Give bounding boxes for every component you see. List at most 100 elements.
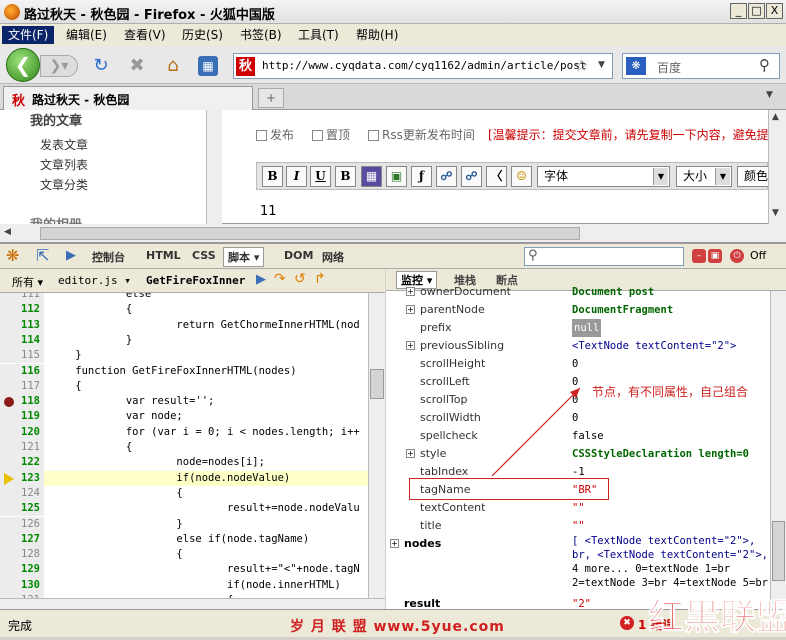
function-name[interactable]: GetFireFoxInner [146, 274, 245, 287]
line-number[interactable]: 120 [0, 424, 44, 440]
code-line[interactable]: 124 { [0, 485, 368, 502]
code-line[interactable]: 112 { [0, 302, 368, 318]
sidebar-scrollbar[interactable] [206, 110, 222, 224]
property-value[interactable]: "" [572, 517, 585, 535]
property-row[interactable]: + previousSibling <TextNode textContent="2… [386, 337, 771, 355]
code-line[interactable]: 118 var result=''; [0, 394, 368, 410]
line-number[interactable]: 121 [0, 440, 44, 456]
code-line[interactable]: 117 { [0, 378, 368, 395]
code-line[interactable]: 111 else [0, 293, 368, 303]
menu-view[interactable]: 查看(V) [118, 26, 172, 44]
italic-button[interactable]: I [286, 166, 307, 187]
code-line[interactable]: 115 } [0, 348, 368, 364]
line-number[interactable]: 115 [0, 348, 44, 364]
stop-icon[interactable]: ✖ [126, 55, 148, 77]
code-hscrollbar[interactable] [0, 598, 385, 609]
tab-net[interactable]: 网络 [322, 249, 344, 265]
font-color-select[interactable]: 颜色 [737, 166, 769, 187]
menu-bookmarks[interactable]: 书签(B) [234, 26, 288, 44]
property-value[interactable]: <TextNode textContent="2"> [572, 337, 736, 355]
rss-checkbox[interactable] [368, 130, 379, 141]
flash-icon[interactable]: ƒ [411, 166, 432, 187]
maximize-button[interactable]: □ [748, 3, 765, 19]
property-value[interactable]: "2" [572, 595, 591, 609]
sidebar-item-list[interactable]: 文章列表 [40, 156, 88, 173]
property-value[interactable]: null [572, 319, 602, 337]
tab-list-icon[interactable]: ▼ [766, 90, 773, 100]
code-line[interactable]: 128 { [0, 547, 368, 563]
option-rss[interactable]: Rss更新发布时间 [368, 126, 475, 143]
line-number[interactable]: 126 [0, 516, 44, 532]
sidebar-item-publish[interactable]: 发表文章 [40, 136, 88, 153]
expand-icon[interactable]: + [390, 539, 399, 548]
forward-button[interactable]: ❯▾ [40, 55, 78, 77]
scroll-down-icon[interactable]: ▼ [772, 208, 779, 218]
sidebar-item-category[interactable]: 文章分类 [40, 176, 88, 193]
search-icon[interactable]: ⚲ [759, 56, 770, 74]
menu-help[interactable]: 帮助(H) [350, 26, 404, 44]
hscroll-thumb[interactable] [40, 227, 580, 240]
expand-icon[interactable]: + [406, 449, 415, 458]
code-view[interactable]: 111 else 112 {113 return GetChormeInnerHT… [0, 293, 368, 598]
option-publish[interactable]: 发布 [256, 126, 294, 143]
code-scrollbar[interactable] [368, 293, 385, 598]
page-scrollbar[interactable]: ▲ ▼ [768, 110, 786, 224]
menu-tools[interactable]: 工具(T) [292, 26, 345, 44]
code-line[interactable]: 116 function GetFireFoxInnerHTML(nodes) [0, 363, 368, 379]
property-row[interactable]: title "" [386, 517, 771, 535]
play-icon[interactable]: ▶ [66, 248, 76, 263]
code-line[interactable]: 120 for (var i = 0; i < nodes.length; i+… [0, 424, 368, 440]
code-scroll-thumb[interactable] [370, 369, 384, 399]
code-line[interactable]: 113 return GetChormeInnerHTML(nod [0, 317, 368, 333]
off-label[interactable]: Off [750, 249, 766, 262]
option-sticky[interactable]: 置顶 [312, 126, 350, 143]
code-line[interactable]: 127 else if(node.tagName) [0, 531, 368, 548]
tab-html[interactable]: HTML [146, 249, 181, 262]
menu-file[interactable]: 文件(F) [2, 26, 55, 44]
code-line[interactable]: 121 { [0, 440, 368, 456]
expand-icon[interactable]: + [406, 305, 415, 314]
error-icon[interactable]: ✖ [620, 616, 634, 630]
line-number[interactable]: 119 [0, 409, 44, 425]
line-number[interactable]: 112 [0, 302, 44, 318]
menu-history[interactable]: 历史(S) [176, 26, 229, 44]
file-dropdown[interactable]: editor.js ▾ [58, 274, 131, 287]
line-number[interactable]: 125 [0, 501, 44, 517]
url-bar[interactable]: 秋 http://www.cyqdata.com/cyq1162/admin/a… [233, 53, 613, 79]
line-number[interactable]: 114 [0, 332, 44, 349]
all-scripts-dropdown[interactable]: 所有 ▾ [12, 274, 43, 290]
scroll-up-icon[interactable]: ▲ [772, 112, 779, 122]
home-icon[interactable]: ⌂ [162, 55, 184, 77]
watch-scrollbar[interactable] [770, 291, 786, 609]
line-number[interactable]: 111 [0, 293, 44, 303]
property-row[interactable]: + parentNode DocumentFragment [386, 301, 771, 319]
scroll-left-icon[interactable]: ◀ [4, 227, 11, 237]
firebug-search-input[interactable]: ⚲ [524, 247, 684, 266]
tab-css[interactable]: CSS [192, 249, 216, 262]
reload-icon[interactable]: ↻ [90, 55, 112, 77]
blockquote-button[interactable]: B [335, 166, 356, 187]
line-number[interactable]: 129 [0, 562, 44, 578]
property-value[interactable]: "" [572, 499, 585, 517]
minimize-button[interactable]: _ [730, 3, 747, 19]
step-over-icon[interactable]: ↺ [294, 271, 306, 287]
expand-icon[interactable]: + [406, 341, 415, 350]
property-row[interactable]: prefix null [386, 319, 771, 337]
page-hscrollbar[interactable]: ◀ [0, 224, 786, 243]
close-button[interactable]: X [766, 3, 783, 19]
editor-body[interactable]: 11 [260, 204, 277, 219]
star-icon[interactable]: ☆ [574, 56, 588, 75]
step-into-icon[interactable]: ↷ [274, 271, 286, 287]
tab-dom[interactable]: DOM [284, 249, 313, 262]
line-number[interactable]: 117 [0, 378, 44, 395]
continue-icon[interactable]: ▶ [256, 272, 266, 287]
eraser-icon[interactable]: 〈 [486, 166, 507, 187]
unlink-icon[interactable]: ☍ [461, 166, 482, 187]
back-button[interactable]: ❮ [6, 48, 40, 82]
tab-active[interactable]: 秋 路过秋天 - 秋色园 [3, 86, 253, 110]
link-icon[interactable]: ☍ [436, 166, 457, 187]
code-line[interactable]: 123 if(node.nodeValue) [0, 470, 368, 486]
code-line[interactable]: 130 if(node.innerHTML) [0, 577, 368, 593]
line-number[interactable]: 128 [0, 547, 44, 563]
property-value[interactable]: DocumentFragment [572, 301, 673, 319]
